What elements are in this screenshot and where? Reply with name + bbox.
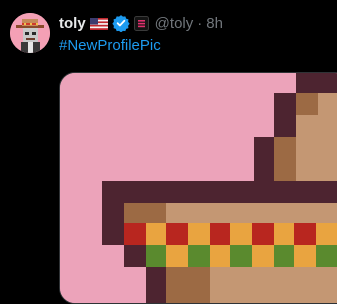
tweet-hashtag-link[interactable]: #NewProfilePic [59, 37, 161, 54]
tweet-media-image[interactable] [59, 72, 337, 304]
solana-affiliate-icon[interactable] [133, 15, 149, 31]
avatar-pixel-art-icon [10, 13, 50, 53]
tweet-header: toly @toly · 8h [59, 13, 223, 33]
separator-dot: · [197, 14, 203, 32]
user-handle[interactable]: @toly [155, 15, 194, 32]
profile-avatar[interactable] [10, 13, 50, 53]
us-flag-icon [89, 17, 108, 30]
timestamp[interactable]: 8h [206, 15, 223, 32]
display-name[interactable]: toly [59, 15, 86, 32]
verified-badge-icon[interactable] [112, 14, 130, 33]
pixel-art-sombrero-image [60, 73, 337, 303]
